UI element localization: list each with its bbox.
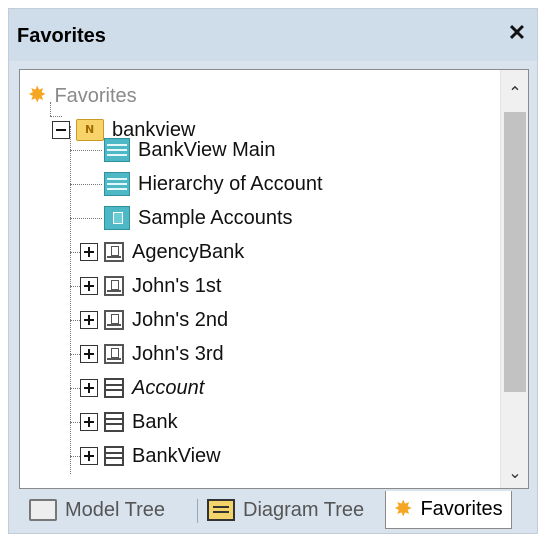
tree-item-label: Hierarchy of Account	[138, 172, 323, 195]
object-icon	[104, 344, 124, 364]
expand-icon[interactable]	[80, 345, 98, 363]
expand-icon[interactable]	[80, 277, 98, 295]
tree-connector	[70, 184, 102, 185]
tree-item-label: Sample Accounts	[138, 206, 293, 229]
class-icon	[104, 412, 124, 432]
tree-connector	[70, 218, 102, 219]
diagram-tree-icon	[207, 499, 235, 521]
tree-item-label: John's 2nd	[132, 308, 229, 331]
tree-root-label: Favorites	[54, 84, 137, 107]
tree-item-label: Account	[132, 376, 205, 399]
favorites-star-icon: ✸	[28, 83, 47, 108]
tree-connector	[70, 286, 80, 287]
model-tree-folder-icon	[29, 499, 57, 521]
tab-favorites[interactable]: ✸ Favorites	[385, 491, 512, 529]
tree-viewport: ✸ Favorites bankview BankView Main Hiera…	[20, 70, 502, 488]
tree-connector	[70, 456, 80, 457]
tree-item[interactable]: Hierarchy of Account	[104, 167, 323, 201]
tab-label: Diagram Tree	[243, 498, 365, 521]
tree-connector	[70, 150, 102, 151]
object-icon	[104, 242, 124, 262]
tree-item[interactable]: John's 2nd	[80, 303, 228, 337]
tree-item-label: John's 1st	[132, 274, 222, 297]
tree-connector	[70, 422, 80, 423]
scroll-up-icon[interactable]: ⌃	[501, 78, 529, 108]
favorites-panel: Favorites ✕ ✸ Favorites N bankview BankV…	[8, 8, 538, 534]
instance-diagram-icon	[104, 206, 130, 230]
expand-icon[interactable]	[80, 243, 98, 261]
tree-connector	[70, 354, 80, 355]
tree-root-favorites[interactable]: ✸ Favorites	[28, 79, 137, 113]
diagram-icon	[104, 172, 130, 196]
tab-label: Model Tree	[65, 498, 166, 521]
panel-titlebar: Favorites ✕	[9, 9, 537, 61]
panel-tabs: Model Tree Diagram Tree ✸ Favorites	[19, 491, 529, 531]
tree-item[interactable]: John's 1st	[80, 269, 221, 303]
tree-item[interactable]: Sample Accounts	[104, 201, 293, 235]
class-icon	[104, 378, 124, 398]
expand-icon[interactable]	[80, 447, 98, 465]
favorites-star-icon: ✸	[394, 496, 413, 522]
tree-item-label: BankView	[132, 444, 221, 467]
favorites-tree: ✸ Favorites bankview BankView Main Hiera…	[19, 69, 529, 489]
collapse-icon[interactable]	[52, 121, 70, 139]
tab-separator	[197, 499, 198, 523]
tree-item[interactable]: AgencyBank	[80, 235, 244, 269]
tree-item-label: BankView Main	[138, 138, 276, 161]
tree-item-label: Bank	[132, 410, 178, 433]
tree-item-label: John's 3rd	[132, 342, 224, 365]
tree-connector	[70, 252, 80, 253]
tree-connector	[70, 388, 80, 389]
object-icon	[104, 276, 124, 296]
tree-item[interactable]: Account	[80, 371, 204, 405]
close-icon[interactable]: ✕	[505, 21, 529, 45]
tree-item[interactable]: BankView	[80, 439, 221, 473]
expand-icon[interactable]	[80, 311, 98, 329]
expand-icon[interactable]	[80, 413, 98, 431]
diagram-icon	[104, 138, 130, 162]
tree-item[interactable]: BankView Main	[104, 133, 275, 167]
expand-icon[interactable]	[80, 379, 98, 397]
tree-item-label: AgencyBank	[132, 240, 245, 263]
scroll-down-icon[interactable]: ⌄	[501, 458, 529, 488]
panel-title: Favorites	[17, 25, 106, 47]
tree-item[interactable]: Bank	[80, 405, 178, 439]
tab-label: Favorites	[420, 498, 503, 520]
scroll-thumb[interactable]	[504, 112, 526, 392]
tab-model-tree[interactable]: Model Tree	[29, 491, 165, 529]
vertical-scrollbar[interactable]: ⌃ ⌄	[500, 70, 528, 488]
tab-diagram-tree[interactable]: Diagram Tree	[207, 491, 364, 529]
namespace-folder-icon	[76, 119, 104, 141]
class-icon	[104, 446, 124, 466]
tree-connector	[70, 320, 80, 321]
tree-item[interactable]: John's 3rd	[80, 337, 224, 371]
object-icon	[104, 310, 124, 330]
